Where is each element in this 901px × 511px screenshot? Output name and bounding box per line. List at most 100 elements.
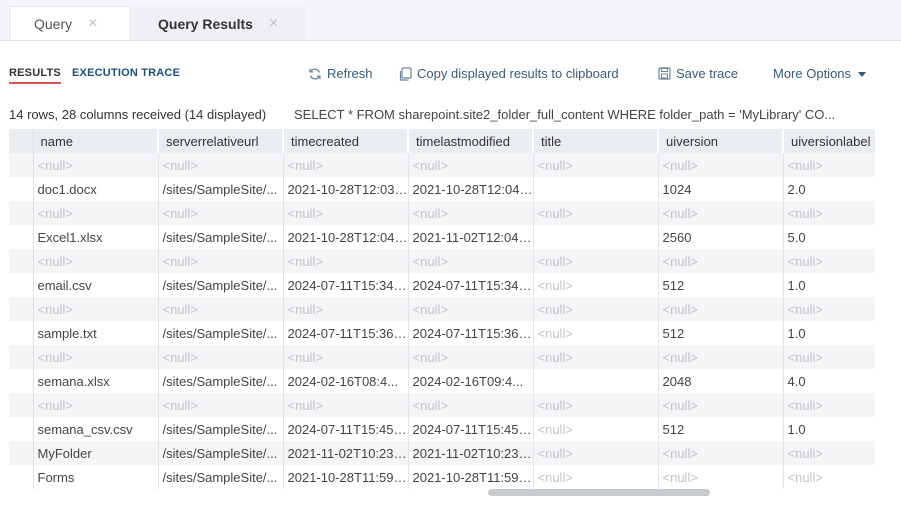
- table-cell[interactable]: <null>: [283, 345, 409, 369]
- table-cell[interactable]: <null>: [533, 297, 659, 321]
- row-index-cell[interactable]: [9, 153, 34, 177]
- table-cell[interactable]: semana_csv.csv: [33, 417, 159, 441]
- table-cell[interactable]: MyFolder: [33, 441, 159, 465]
- column-header[interactable]: uiversionlabel: [783, 129, 875, 153]
- table-cell[interactable]: /sites/SampleSite/...: [158, 441, 284, 465]
- table-cell[interactable]: 1.0: [783, 417, 875, 441]
- table-cell[interactable]: 1.0: [783, 321, 875, 345]
- table-cell[interactable]: <null>: [783, 345, 875, 369]
- table-cell[interactable]: 2024-07-11T15:45:...: [408, 417, 534, 441]
- table-row[interactable]: <null> <null> <null> <null> <null> <null> <nul…: [9, 297, 875, 321]
- table-cell[interactable]: <null>: [783, 201, 875, 225]
- table-cell[interactable]: <null>: [33, 345, 159, 369]
- table-cell[interactable]: <null>: [408, 393, 534, 417]
- table-cell[interactable]: <null>: [158, 345, 284, 369]
- row-index-cell[interactable]: [9, 297, 34, 321]
- table-cell[interactable]: <null>: [658, 345, 784, 369]
- table-cell[interactable]: <null>: [33, 249, 159, 273]
- table-cell[interactable]: <null>: [33, 393, 159, 417]
- subtab-results[interactable]: RESULTS: [9, 67, 61, 84]
- table-cell[interactable]: 2024-07-11T15:36:...: [283, 321, 409, 345]
- close-icon[interactable]: ×: [269, 15, 278, 33]
- table-cell[interactable]: /sites/SampleSite/...: [158, 417, 284, 441]
- table-cell[interactable]: <null>: [533, 273, 659, 297]
- table-cell[interactable]: <null>: [658, 393, 784, 417]
- table-cell[interactable]: <null>: [283, 393, 409, 417]
- row-index-cell[interactable]: [9, 417, 34, 441]
- column-header[interactable]: uiversion: [658, 129, 784, 153]
- column-header[interactable]: serverrelativeurl: [158, 129, 284, 153]
- table-cell[interactable]: [533, 369, 659, 393]
- row-index-cell[interactable]: [9, 225, 34, 249]
- table-cell[interactable]: <null>: [158, 249, 284, 273]
- table-cell[interactable]: <null>: [533, 345, 659, 369]
- table-cell[interactable]: <null>: [783, 153, 875, 177]
- table-cell[interactable]: <null>: [783, 297, 875, 321]
- table-cell[interactable]: /sites/SampleSite/...: [158, 321, 284, 345]
- table-row[interactable]: MyFolder/sites/SampleSite/... 2021-11-02T…: [9, 441, 875, 465]
- table-cell[interactable]: 2024-02-16T08:4...: [283, 369, 409, 393]
- table-cell[interactable]: <null>: [33, 201, 159, 225]
- table-row[interactable]: doc1.docx/sites/SampleSite/... 2021-10-28…: [9, 177, 875, 201]
- table-row[interactable]: semana_csv.csv/sites/SampleSite/... 2024-…: [9, 417, 875, 441]
- row-index-cell[interactable]: [9, 441, 34, 465]
- table-cell[interactable]: 2021-10-28T12:04:...: [408, 177, 534, 201]
- table-cell[interactable]: 4.0: [783, 369, 875, 393]
- table-row[interactable]: <null> <null> <null> <null> <null> <null> <nul…: [9, 201, 875, 225]
- table-cell[interactable]: semana.xlsx: [33, 369, 159, 393]
- table-cell[interactable]: /sites/SampleSite/...: [158, 465, 284, 489]
- table-cell[interactable]: 2021-11-02T12:04:...: [408, 225, 534, 249]
- table-cell[interactable]: 2024-07-11T15:34:...: [408, 273, 534, 297]
- table-cell[interactable]: 2021-10-28T12:03:...: [283, 177, 409, 201]
- table-cell[interactable]: <null>: [283, 153, 409, 177]
- table-cell[interactable]: <null>: [408, 249, 534, 273]
- table-row[interactable]: Forms/sites/SampleSite/... 2021-10-28T11:…: [9, 465, 875, 489]
- table-cell[interactable]: <null>: [533, 417, 659, 441]
- horizontal-scrollbar[interactable]: [488, 489, 710, 496]
- table-cell[interactable]: doc1.docx: [33, 177, 159, 201]
- table-cell[interactable]: <null>: [658, 297, 784, 321]
- table-row[interactable]: <null> <null> <null> <null> <null> <null> <nul…: [9, 153, 875, 177]
- save-trace-button[interactable]: Save trace: [658, 66, 738, 81]
- table-cell[interactable]: <null>: [283, 297, 409, 321]
- table-cell[interactable]: <null>: [283, 249, 409, 273]
- table-cell[interactable]: <null>: [658, 201, 784, 225]
- table-cell[interactable]: [533, 225, 659, 249]
- row-index-cell[interactable]: [9, 369, 34, 393]
- table-cell[interactable]: 2024-07-11T15:36:...: [408, 321, 534, 345]
- table-cell[interactable]: <null>: [408, 153, 534, 177]
- table-cell[interactable]: <null>: [533, 201, 659, 225]
- row-index-cell[interactable]: [9, 321, 34, 345]
- table-row[interactable]: Excel1.xlsx/sites/SampleSite/... 2021-10-…: [9, 225, 875, 249]
- table-cell[interactable]: <null>: [283, 201, 409, 225]
- table-cell[interactable]: 5.0: [783, 225, 875, 249]
- table-cell[interactable]: 2024-02-16T09:4...: [408, 369, 534, 393]
- table-cell[interactable]: <null>: [533, 321, 659, 345]
- table-cell[interactable]: <null>: [533, 249, 659, 273]
- table-row[interactable]: <null> <null> <null> <null> <null> <null> <nul…: [9, 249, 875, 273]
- table-cell[interactable]: 2021-10-28T12:04:...: [283, 225, 409, 249]
- table-cell[interactable]: Forms: [33, 465, 159, 489]
- table-cell[interactable]: /sites/SampleSite/...: [158, 369, 284, 393]
- table-cell[interactable]: 2021-11-02T10:23:...: [283, 441, 409, 465]
- table-cell[interactable]: 1024: [658, 177, 784, 201]
- table-cell[interactable]: <null>: [158, 297, 284, 321]
- row-index-cell[interactable]: [9, 201, 34, 225]
- table-cell[interactable]: Excel1.xlsx: [33, 225, 159, 249]
- table-cell[interactable]: <null>: [783, 441, 875, 465]
- table-cell[interactable]: 2024-07-11T15:34:...: [283, 273, 409, 297]
- column-header[interactable]: name: [33, 129, 159, 153]
- table-cell[interactable]: <null>: [783, 393, 875, 417]
- table-cell[interactable]: 2021-10-28T11:59:...: [283, 465, 409, 489]
- copy-results-button[interactable]: Copy displayed results to clipboard: [398, 66, 619, 81]
- table-cell[interactable]: <null>: [33, 153, 159, 177]
- table-row[interactable]: semana.xlsx/sites/SampleSite/... 2024-02-…: [9, 369, 875, 393]
- refresh-button[interactable]: Refresh: [308, 66, 373, 81]
- table-cell[interactable]: <null>: [33, 297, 159, 321]
- table-cell[interactable]: /sites/SampleSite/...: [158, 273, 284, 297]
- column-header[interactable]: timelastmodified: [408, 129, 534, 153]
- table-cell[interactable]: 512: [658, 273, 784, 297]
- table-cell[interactable]: <null>: [658, 465, 784, 489]
- column-header[interactable]: timecreated: [283, 129, 409, 153]
- table-cell[interactable]: /sites/SampleSite/...: [158, 177, 284, 201]
